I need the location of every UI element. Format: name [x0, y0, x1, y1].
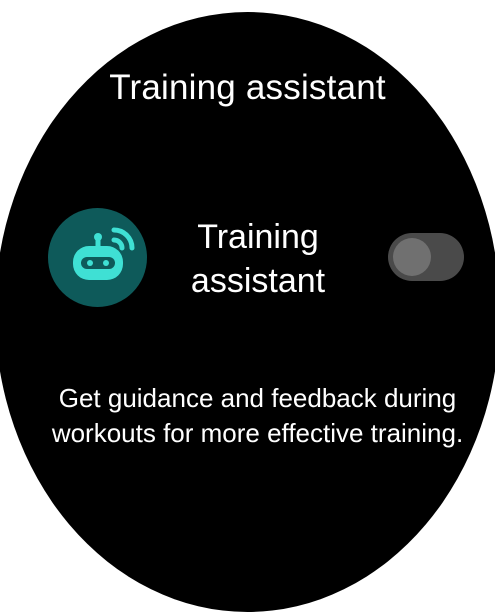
- robot-signal-icon: [48, 208, 147, 307]
- watch-screen: Training assistant Training assistant Ge…: [0, 0, 495, 612]
- training-assistant-row[interactable]: Training assistant: [0, 205, 495, 317]
- page-title: Training assistant: [109, 68, 386, 107]
- training-assistant-toggle[interactable]: [388, 233, 464, 281]
- toggle-knob: [393, 238, 431, 276]
- training-assistant-label: Training assistant: [190, 218, 326, 300]
- feature-description: Get guidance and feedback during workout…: [51, 383, 464, 448]
